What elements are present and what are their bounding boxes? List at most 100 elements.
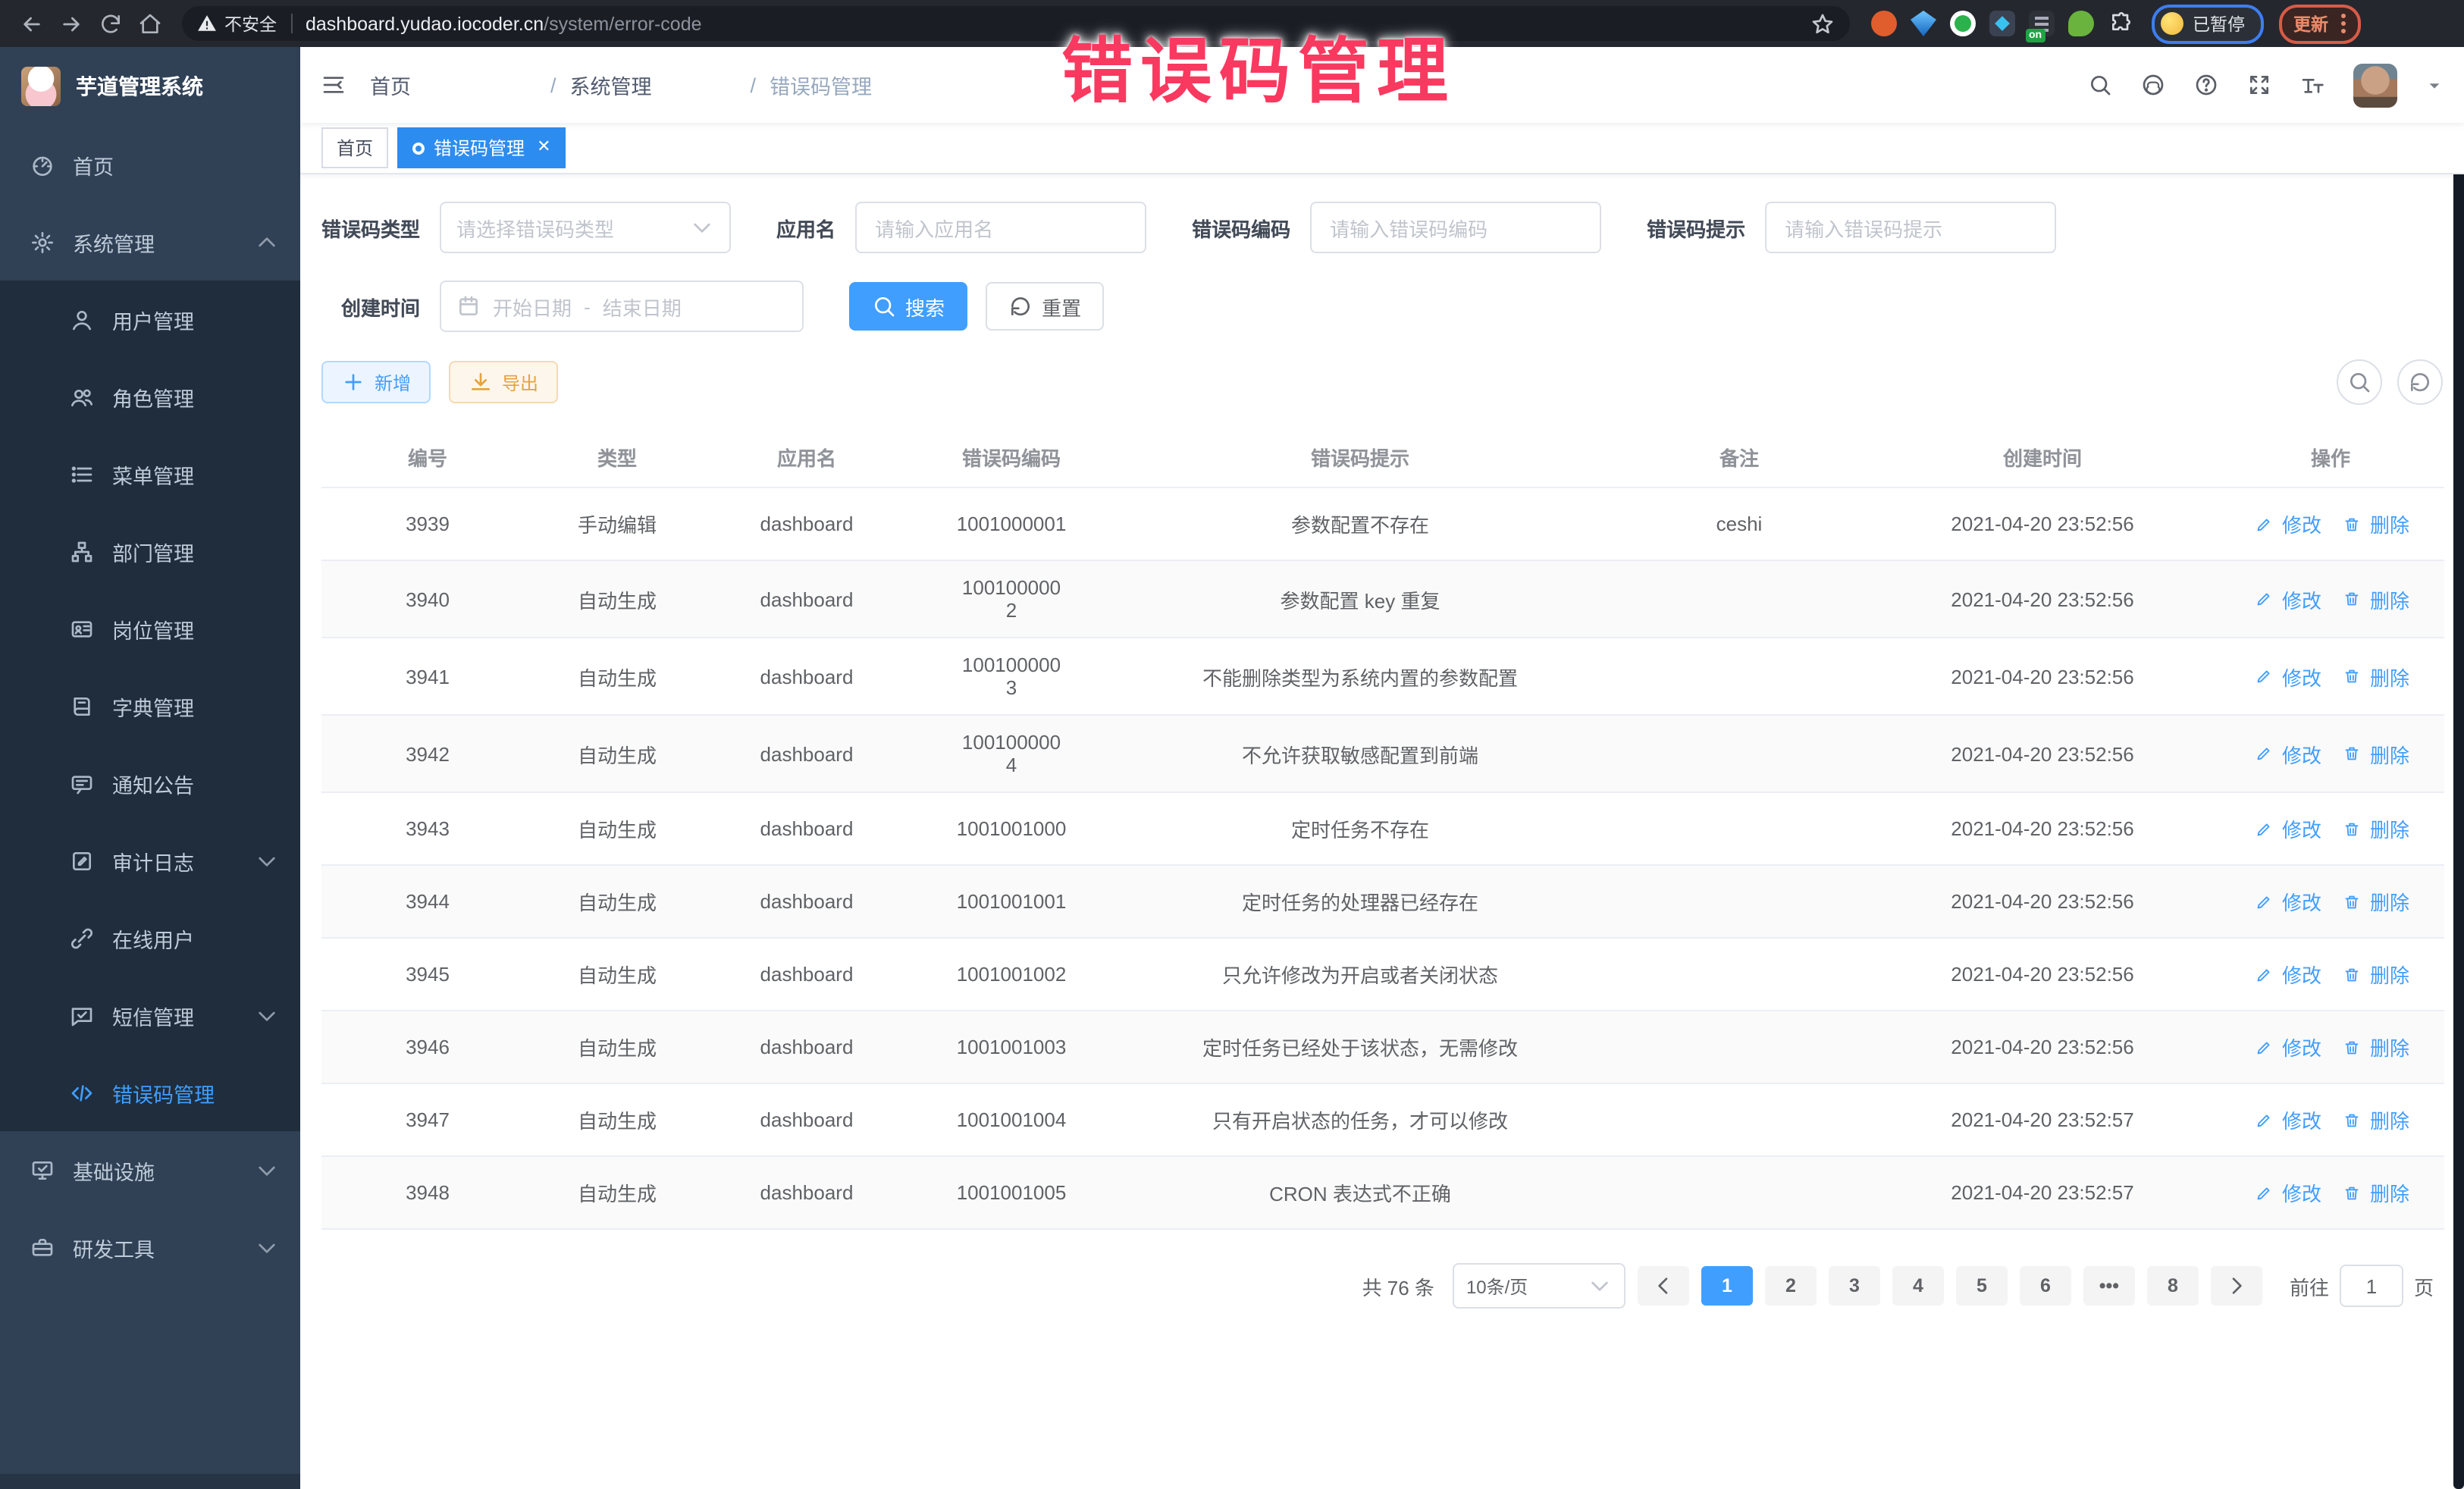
page-button-4[interactable]: 4 [1892, 1266, 1944, 1306]
more-pages-button[interactable]: ••• [2083, 1266, 2135, 1306]
tag-close-icon[interactable]: ✕ [537, 139, 550, 156]
tag-error-code-active[interactable]: 错误码管理 ✕ [397, 127, 566, 168]
extensions-puzzle-icon[interactable] [2108, 11, 2133, 36]
chevron-down-icon [255, 848, 279, 873]
sidebar-item-infrastructure[interactable]: 基础设施 [0, 1131, 300, 1208]
scrollbar-thumb[interactable] [2453, 108, 2464, 1489]
action-edit-label: 修改 [2282, 585, 2321, 613]
sidebar-item-post-management[interactable]: 岗位管理 [0, 590, 300, 667]
goto-page-input[interactable]: 1 [2340, 1265, 2403, 1307]
action-edit-link[interactable]: 修改 [2252, 509, 2321, 538]
page-button-5[interactable]: 5 [1956, 1266, 2008, 1306]
action-edit-link[interactable]: 修改 [2252, 814, 2321, 843]
sidebar-item-notice-announcement[interactable]: 通知公告 [0, 744, 300, 822]
page-button-1[interactable]: 1 [1701, 1266, 1753, 1306]
sidebar-item-dept-management[interactable]: 部门管理 [0, 513, 300, 590]
github-icon[interactable] [2141, 73, 2165, 97]
app-name-input[interactable]: 请输入应用名 [855, 202, 1146, 253]
add-button-label: 新增 [375, 369, 411, 395]
forward-icon[interactable] [52, 4, 91, 43]
breadcrumb-section[interactable]: 系统管理 [570, 70, 737, 100]
user-avatar[interactable] [2353, 63, 2397, 107]
action-edit-link[interactable]: 修改 [2252, 662, 2321, 691]
sidebar-item-home[interactable]: 首页 [0, 126, 300, 203]
warning-icon [197, 14, 217, 33]
page-button-6[interactable]: 6 [2020, 1266, 2071, 1306]
error-msg-input[interactable]: 请输入错误码提示 [1765, 202, 2056, 253]
update-button[interactable]: 更新 [2278, 4, 2360, 43]
sidebar-item-user-management[interactable]: 用户管理 [0, 281, 300, 358]
action-edit-link[interactable]: 修改 [2252, 1105, 2321, 1134]
page-button-2[interactable]: 2 [1765, 1266, 1817, 1306]
help-icon[interactable] [2194, 73, 2218, 97]
action-delete-link[interactable]: 删除 [2340, 1178, 2409, 1207]
extension-person-icon[interactable] [2068, 11, 2094, 36]
fullscreen-icon[interactable] [2247, 73, 2271, 97]
action-edit-link[interactable]: 修改 [2252, 1033, 2321, 1061]
sidebar-item-audit-log[interactable]: 审计日志 [0, 822, 300, 899]
back-icon[interactable] [12, 4, 52, 43]
action-delete-link[interactable]: 删除 [2340, 1105, 2409, 1134]
action-delete-link[interactable]: 删除 [2340, 960, 2409, 989]
reset-button-icon [1008, 294, 1033, 318]
extension-gem-icon[interactable] [1911, 11, 1936, 36]
security-status[interactable]: 不安全 [197, 11, 277, 36]
reset-button[interactable]: 重置 [986, 282, 1104, 331]
action-delete-link[interactable]: 删除 [2340, 1033, 2409, 1061]
profile-chip[interactable]: 已暂停 [2152, 4, 2263, 43]
app-title: 芋道管理系统 [76, 71, 203, 102]
browser-menu-icon[interactable] [2340, 14, 2345, 33]
page-button-3[interactable]: 3 [1829, 1266, 1880, 1306]
header-search-icon[interactable] [2088, 73, 2112, 97]
search-button[interactable]: 搜索 [849, 282, 967, 331]
sidebar-item-system-management[interactable]: 系统管理 [0, 203, 300, 281]
sidebar-item-role-management[interactable]: 角色管理 [0, 358, 300, 435]
action-delete-link[interactable]: 删除 [2340, 739, 2409, 768]
action-delete-link[interactable]: 删除 [2340, 887, 2409, 916]
breadcrumb-home[interactable]: 首页 [370, 70, 537, 100]
next-page-button[interactable] [2211, 1266, 2262, 1306]
font-size-icon[interactable] [2300, 73, 2324, 97]
extension-tile-icon[interactable] [1989, 11, 2015, 36]
date-range-picker[interactable]: 开始日期 - 结束日期 [440, 281, 804, 332]
action-edit-link[interactable]: 修改 [2252, 887, 2321, 916]
action-delete-link[interactable]: 删除 [2340, 585, 2409, 613]
sidebar-toggle-icon[interactable] [321, 73, 346, 97]
sidebar-item-label: 字典管理 [112, 691, 194, 721]
url-path: /system/error-code [544, 13, 701, 34]
extension-list-icon[interactable]: on [2029, 11, 2055, 36]
refresh-table-button[interactable] [2397, 359, 2443, 405]
sidebar-logo[interactable]: 芋道管理系统 [0, 47, 300, 126]
add-button[interactable]: 新增 [321, 361, 431, 403]
action-delete-link[interactable]: 删除 [2340, 509, 2409, 538]
action-delete-link[interactable]: 删除 [2340, 814, 2409, 843]
page-button-8[interactable]: 8 [2147, 1266, 2199, 1306]
sidebar-item-error-code-management[interactable]: 错误码管理 [0, 1054, 300, 1131]
export-button[interactable]: 导出 [449, 361, 558, 403]
sidebar-item-online-users[interactable]: 在线用户 [0, 899, 300, 976]
home-icon[interactable] [130, 4, 170, 43]
sidebar-item-dev-tools[interactable]: 研发工具 [0, 1208, 300, 1286]
extension-orange-icon[interactable] [1871, 11, 1897, 36]
sidebar-item-dict-management[interactable]: 字典管理 [0, 667, 300, 744]
error-code-input[interactable]: 请输入错误码编码 [1310, 202, 1601, 253]
reload-icon[interactable] [91, 4, 130, 43]
tag-home[interactable]: 首页 [321, 127, 388, 168]
action-delete-link[interactable]: 删除 [2340, 662, 2409, 691]
sidebar-item-sms-management[interactable]: 短信管理 [0, 976, 300, 1054]
error-type-select[interactable]: 请选择错误码类型 [440, 202, 731, 253]
toggle-search-button[interactable] [2337, 359, 2382, 405]
prev-page-button[interactable] [1638, 1266, 1689, 1306]
action-edit-link[interactable]: 修改 [2252, 739, 2321, 768]
action-edit-link[interactable]: 修改 [2252, 1178, 2321, 1207]
bookmark-star-icon[interactable] [1810, 11, 1835, 36]
address-bar[interactable]: 不安全 dashboard.yudao.iocoder.cn/system/er… [182, 6, 1850, 41]
extension-green-check-icon[interactable] [1955, 15, 1971, 32]
avatar-caret-icon[interactable] [2426, 77, 2443, 93]
page-scrollbar[interactable] [2453, 47, 2464, 1489]
action-edit-link[interactable]: 修改 [2252, 960, 2321, 989]
audit-log-icon [70, 848, 94, 873]
action-edit-link[interactable]: 修改 [2252, 585, 2321, 613]
sidebar-item-menu-management[interactable]: 菜单管理 [0, 435, 300, 513]
page-size-select[interactable]: 10条/页 [1453, 1263, 1625, 1309]
